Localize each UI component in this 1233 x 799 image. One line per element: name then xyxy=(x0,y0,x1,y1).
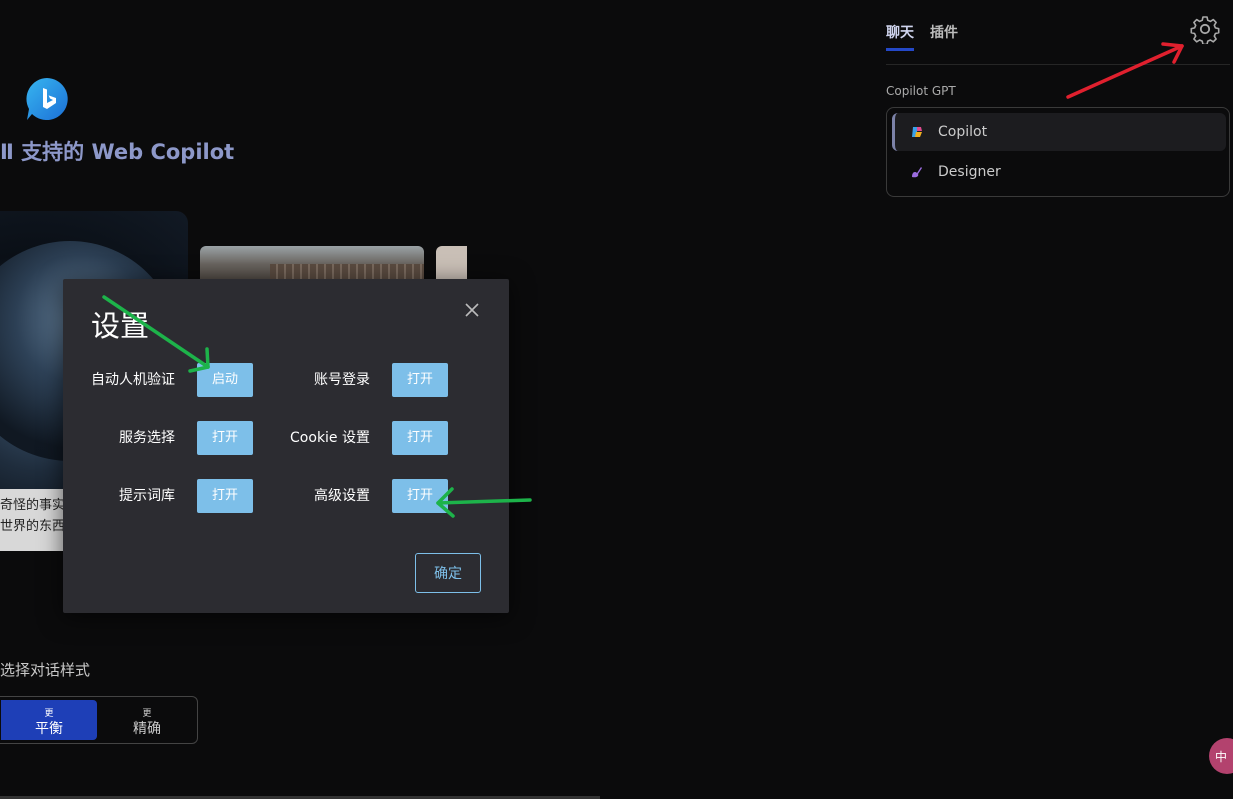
label-auto-captcha: 自动人机验证 xyxy=(91,372,175,388)
gpt-heading: Copilot GPT xyxy=(886,84,956,98)
style-option-label: 平衡 xyxy=(35,721,63,737)
red-arrow xyxy=(1066,42,1184,99)
style-option-precise[interactable]: 更 精确 xyxy=(99,700,195,740)
conversation-style-label: 选择对话样式 xyxy=(0,661,91,679)
hero-title: Ⅱ 支持的 Web Copilot xyxy=(0,140,235,164)
style-option-balanced[interactable]: 更 平衡 xyxy=(1,700,97,740)
conversation-style-switch: 更 平衡 更 精确 xyxy=(0,696,198,744)
designer-icon xyxy=(912,167,922,178)
account-login-button[interactable]: 打开 xyxy=(392,363,448,397)
floating-badge[interactable]: 中 xyxy=(1209,738,1233,774)
modal-title: 设置 xyxy=(91,309,150,343)
settings-modal: 设置 自动人机验证 启动 账号登录 打开 服务选择 打开 Cookie 设置 打… xyxy=(63,279,509,613)
label-prompt-library: 提示词库 xyxy=(119,488,175,504)
confirm-button[interactable]: 确定 xyxy=(415,553,481,593)
gpt-list: Copilot Designer xyxy=(886,107,1230,197)
advanced-settings-button[interactable]: 打开 xyxy=(392,479,448,513)
page: Ⅱ 支持的 Web Copilot 奇怪的事实 世界的东西 选择对话样式 更 平… xyxy=(0,0,1233,799)
copilot-icon xyxy=(912,127,922,137)
label-account-login: 账号登录 xyxy=(314,372,370,388)
tab-plugins[interactable]: 插件 xyxy=(930,22,958,51)
panel-divider xyxy=(886,64,1230,65)
style-option-prefix: 更 xyxy=(44,709,54,719)
gpt-item-label: Designer xyxy=(938,164,1001,180)
gpt-item-copilot[interactable]: Copilot xyxy=(892,113,1226,151)
style-option-label: 精确 xyxy=(133,721,161,737)
gear-icon[interactable] xyxy=(1190,14,1220,44)
panel-tabs: 聊天 插件 xyxy=(886,22,958,51)
label-service-select: 服务选择 xyxy=(119,430,175,446)
tab-chat[interactable]: 聊天 xyxy=(886,22,914,51)
label-cookie-settings: Cookie 设置 xyxy=(290,430,370,446)
bing-logo-icon xyxy=(26,78,68,120)
gpt-item-label: Copilot xyxy=(938,124,988,140)
style-option-prefix: 更 xyxy=(142,709,152,719)
label-advanced-settings: 高级设置 xyxy=(314,488,370,504)
gpt-item-designer[interactable]: Designer xyxy=(892,153,1226,191)
cookie-settings-button[interactable]: 打开 xyxy=(392,421,448,455)
close-icon[interactable] xyxy=(463,301,481,319)
